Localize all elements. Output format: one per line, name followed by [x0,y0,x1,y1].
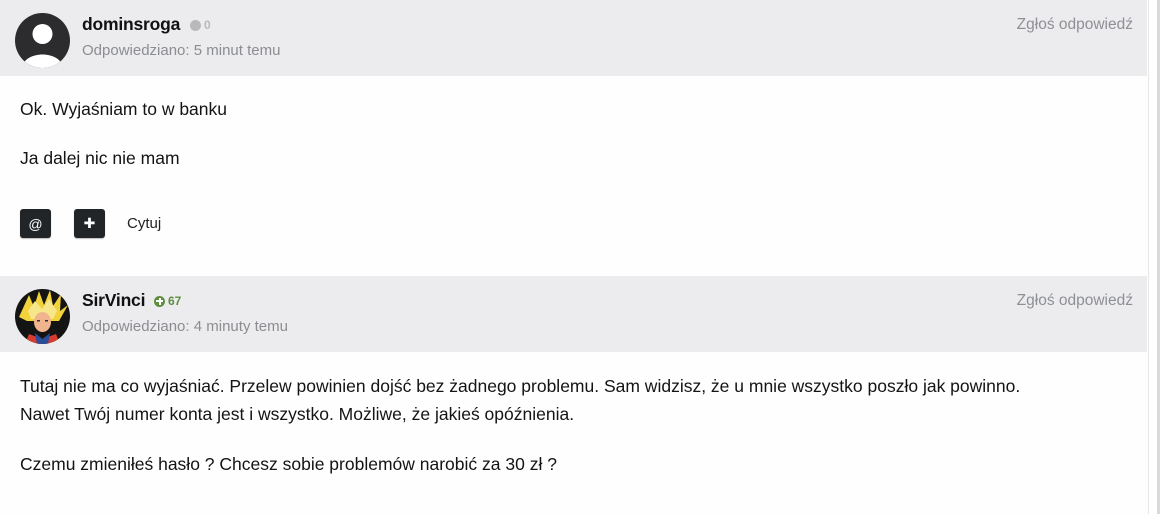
add-reputation-button[interactable]: ✚ [74,209,105,238]
reputation-badge: 0 [190,18,211,32]
username[interactable]: SirVinci [82,290,145,311]
post-dominsroga: dominsroga 0 Odpowiedziano: 5 minut temu… [0,0,1147,276]
post-paragraph: Czemu zmieniłeś hasło ? Chcesz sobie pro… [20,454,557,474]
post-sirvinci: SirVinci 67 Odpowiedziano: 4 minuty temu… [0,276,1147,514]
avatar-default[interactable] [15,13,70,68]
post-header: dominsroga 0 Odpowiedziano: 5 minut temu… [0,0,1147,76]
reputation-count: 0 [204,18,211,32]
reputation-badge: 67 [154,294,181,308]
username[interactable]: dominsroga [82,14,180,35]
post-paragraph: Nawet Twój numer konta jest i wszystko. … [20,404,575,424]
reputation-neutral-icon [190,19,201,31]
post-paragraph: Ja dalej nic nie mam [20,148,180,168]
scrollbar-thumb[interactable] [1157,0,1160,514]
reputation-count: 67 [168,294,182,308]
reputation-positive-icon [154,295,165,307]
answered-label: Odpowiedziano: [82,318,190,335]
quote-button[interactable]: Cytuj [127,215,161,232]
avatar-sirvinci[interactable] [15,289,70,344]
report-post-link[interactable]: Zgłoś odpowiedź [1017,292,1133,310]
answered-time-value: 5 minut temu [193,42,281,59]
post-paragraph: Ok. Wyjaśniam to w banku [20,99,228,119]
post-content: Ok. Wyjaśniam to w banku Ja dalej nic ni… [20,95,227,172]
answered-time-value: 4 minuty temu [193,318,288,335]
post-content: Tutaj nie ma co wyjaśniać. Przelew powin… [20,372,1020,478]
post-paragraph: Tutaj nie ma co wyjaśniać. Przelew powin… [20,376,1021,396]
report-post-link[interactable]: Zgłoś odpowiedź [1017,16,1133,34]
at-icon: @ [28,215,43,232]
plus-icon: ✚ [83,215,96,231]
answered-time: Odpowiedziano: 5 minut temu [82,42,280,59]
mention-button[interactable]: @ [20,209,51,238]
answered-label: Odpowiedziano: [82,42,190,59]
post-header: SirVinci 67 Odpowiedziano: 4 minuty temu… [0,276,1147,352]
answered-time: Odpowiedziano: 4 minuty temu [82,318,288,335]
